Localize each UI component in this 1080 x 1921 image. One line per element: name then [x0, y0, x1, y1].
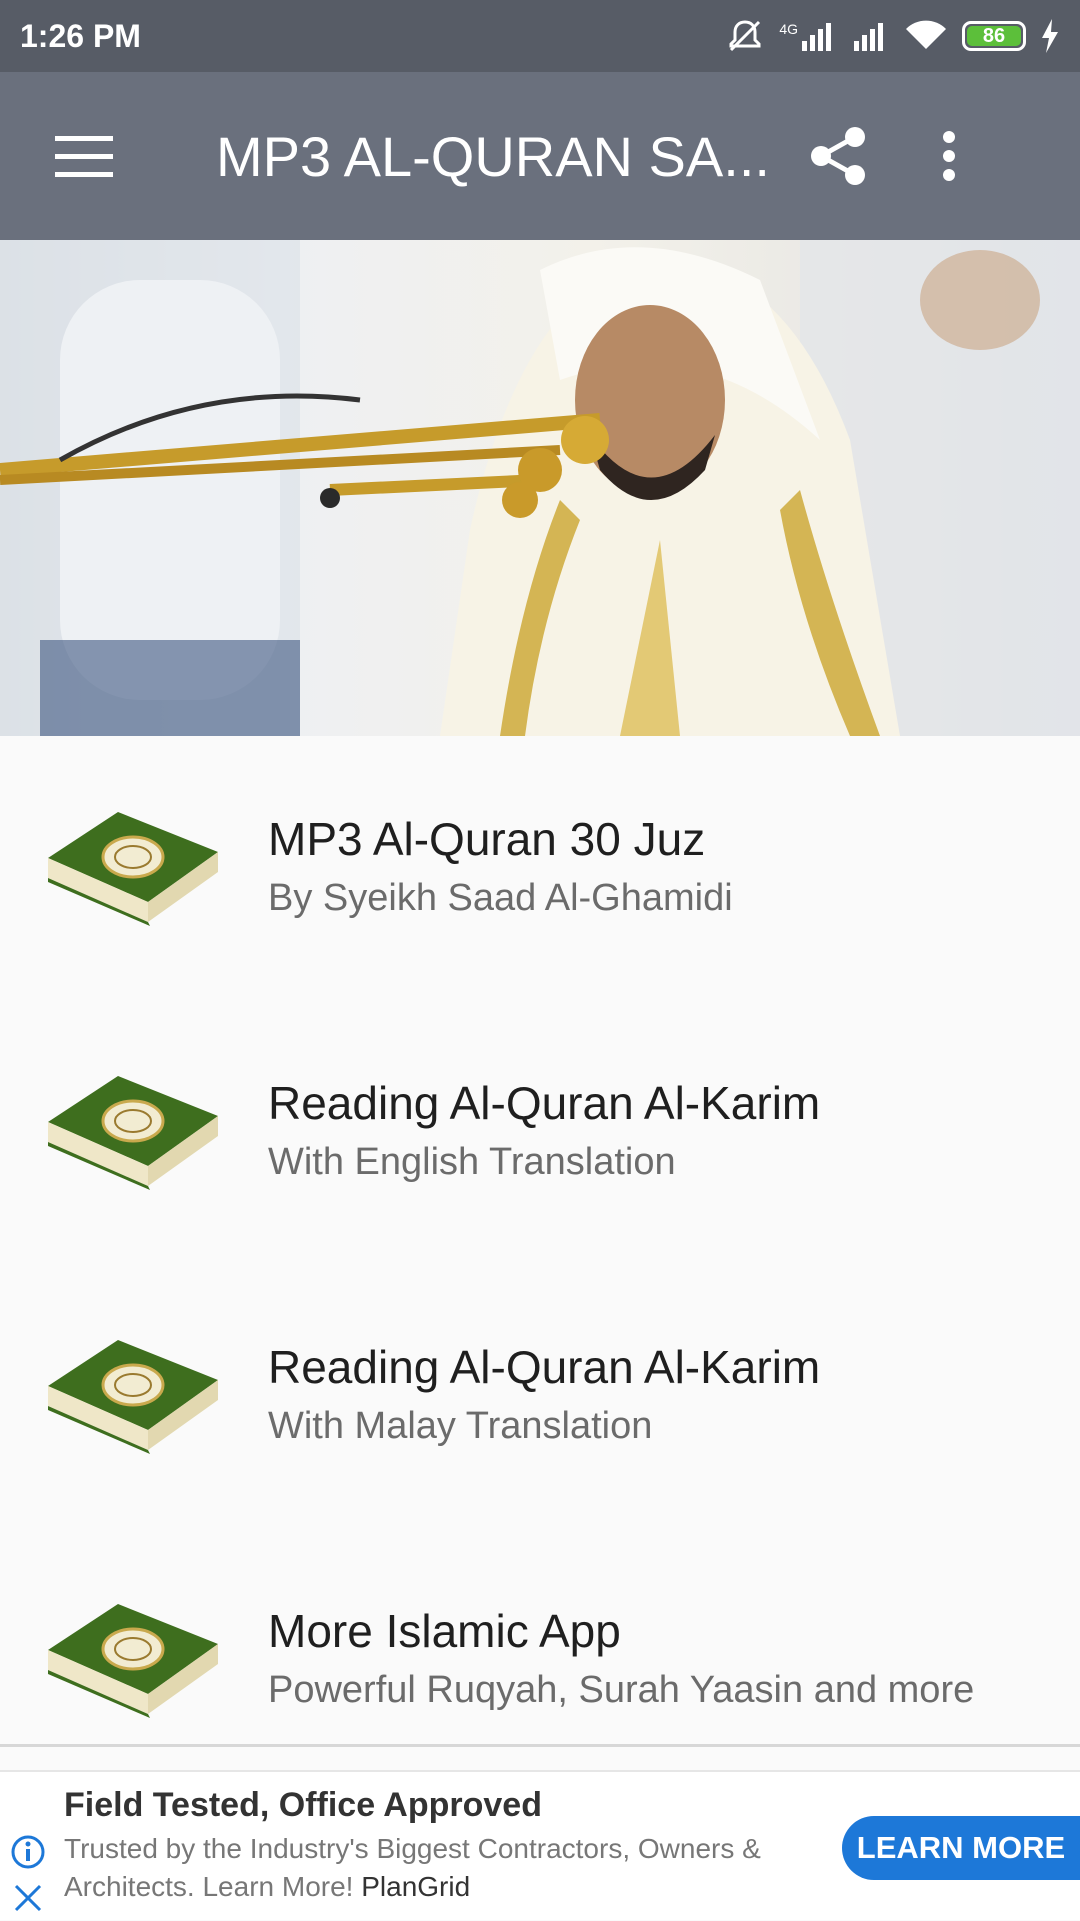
menu-item-mp3-quran[interactable]: MP3 Al-Quran 30 Juz By Syeikh Saad Al-Gh… — [0, 736, 1080, 1000]
ad-banner[interactable]: Field Tested, Office Approved Trusted by… — [0, 1770, 1080, 1920]
menu-item-reading-english[interactable]: Reading Al-Quran Al-Karim With English T… — [0, 1000, 1080, 1264]
menu-item-title: More Islamic App — [268, 1605, 621, 1657]
menu-item-title: MP3 Al-Quran 30 Juz — [268, 813, 706, 865]
quran-book-icon — [48, 1604, 218, 1718]
menu-item-reading-malay[interactable]: Reading Al-Quran Al-Karim With Malay Tra… — [0, 1264, 1080, 1528]
main-menu-list: MP3 Al-Quran 30 Juz By Syeikh Saad Al-Gh… — [0, 736, 1080, 1792]
wifi-icon — [904, 19, 948, 53]
menu-item-subtitle: With English Translation — [268, 1141, 676, 1183]
hamburger-icon — [55, 136, 113, 177]
ad-info-icon[interactable] — [10, 1834, 46, 1875]
ad-body: Trusted by the Industry's Biggest Contra… — [64, 1830, 824, 1906]
menu-item-more-islamic-app[interactable]: More Islamic App Powerful Ruqyah, Surah … — [0, 1528, 1080, 1792]
signal-strength-icon — [852, 21, 890, 51]
learn-more-button[interactable]: LEARN MORE — [842, 1816, 1080, 1880]
menu-button[interactable] — [24, 96, 144, 216]
battery-level: 86 — [967, 25, 1021, 47]
charging-icon — [1040, 19, 1060, 53]
menu-item-title: Reading Al-Quran Al-Karim — [268, 1341, 821, 1393]
menu-item-subtitle: Powerful Ruqyah, Surah Yaasin and more — [268, 1669, 975, 1711]
ad-advertiser: PlanGrid — [361, 1871, 471, 1902]
quran-book-icon — [48, 812, 218, 926]
menu-item-text: MP3 Al-Quran 30 Juz By Syeikh Saad Al-Gh… — [268, 809, 733, 927]
hero-image-imam-reciting — [0, 240, 1080, 736]
menu-item-text: Reading Al-Quran Al-Karim With Malay Tra… — [268, 1337, 820, 1455]
status-bar: 1:26 PM 4G 86 — [0, 0, 1080, 72]
share-icon — [811, 127, 865, 185]
network-type-label: 4G — [779, 21, 798, 37]
share-button[interactable] — [784, 96, 894, 216]
menu-item-title: Reading Al-Quran Al-Karim — [268, 1077, 821, 1129]
ad-headline: Field Tested, Office Approved — [64, 1786, 542, 1824]
app-title: MP3 AL-QURAN SA... — [216, 124, 770, 188]
status-time: 1:26 PM — [20, 17, 141, 54]
mobile-signal-icon: 4G — [779, 21, 838, 51]
battery-icon: 86 — [962, 21, 1026, 51]
app-bar: MP3 AL-QURAN SA... — [0, 72, 1080, 240]
menu-item-text: More Islamic App Powerful Ruqyah, Surah … — [268, 1601, 974, 1719]
list-divider — [0, 1744, 1080, 1747]
mute-bell-icon — [725, 16, 765, 56]
menu-item-subtitle: By Syeikh Saad Al-Ghamidi — [268, 877, 733, 919]
menu-item-subtitle: With Malay Translation — [268, 1405, 653, 1447]
more-vert-icon — [943, 131, 955, 181]
overflow-menu-button[interactable] — [894, 96, 1004, 216]
status-icons: 4G 86 — [725, 16, 1060, 56]
menu-item-text: Reading Al-Quran Al-Karim With English T… — [268, 1073, 820, 1191]
quran-book-icon — [48, 1076, 218, 1190]
quran-book-icon — [48, 1340, 218, 1454]
ad-close-icon[interactable] — [10, 1880, 46, 1921]
